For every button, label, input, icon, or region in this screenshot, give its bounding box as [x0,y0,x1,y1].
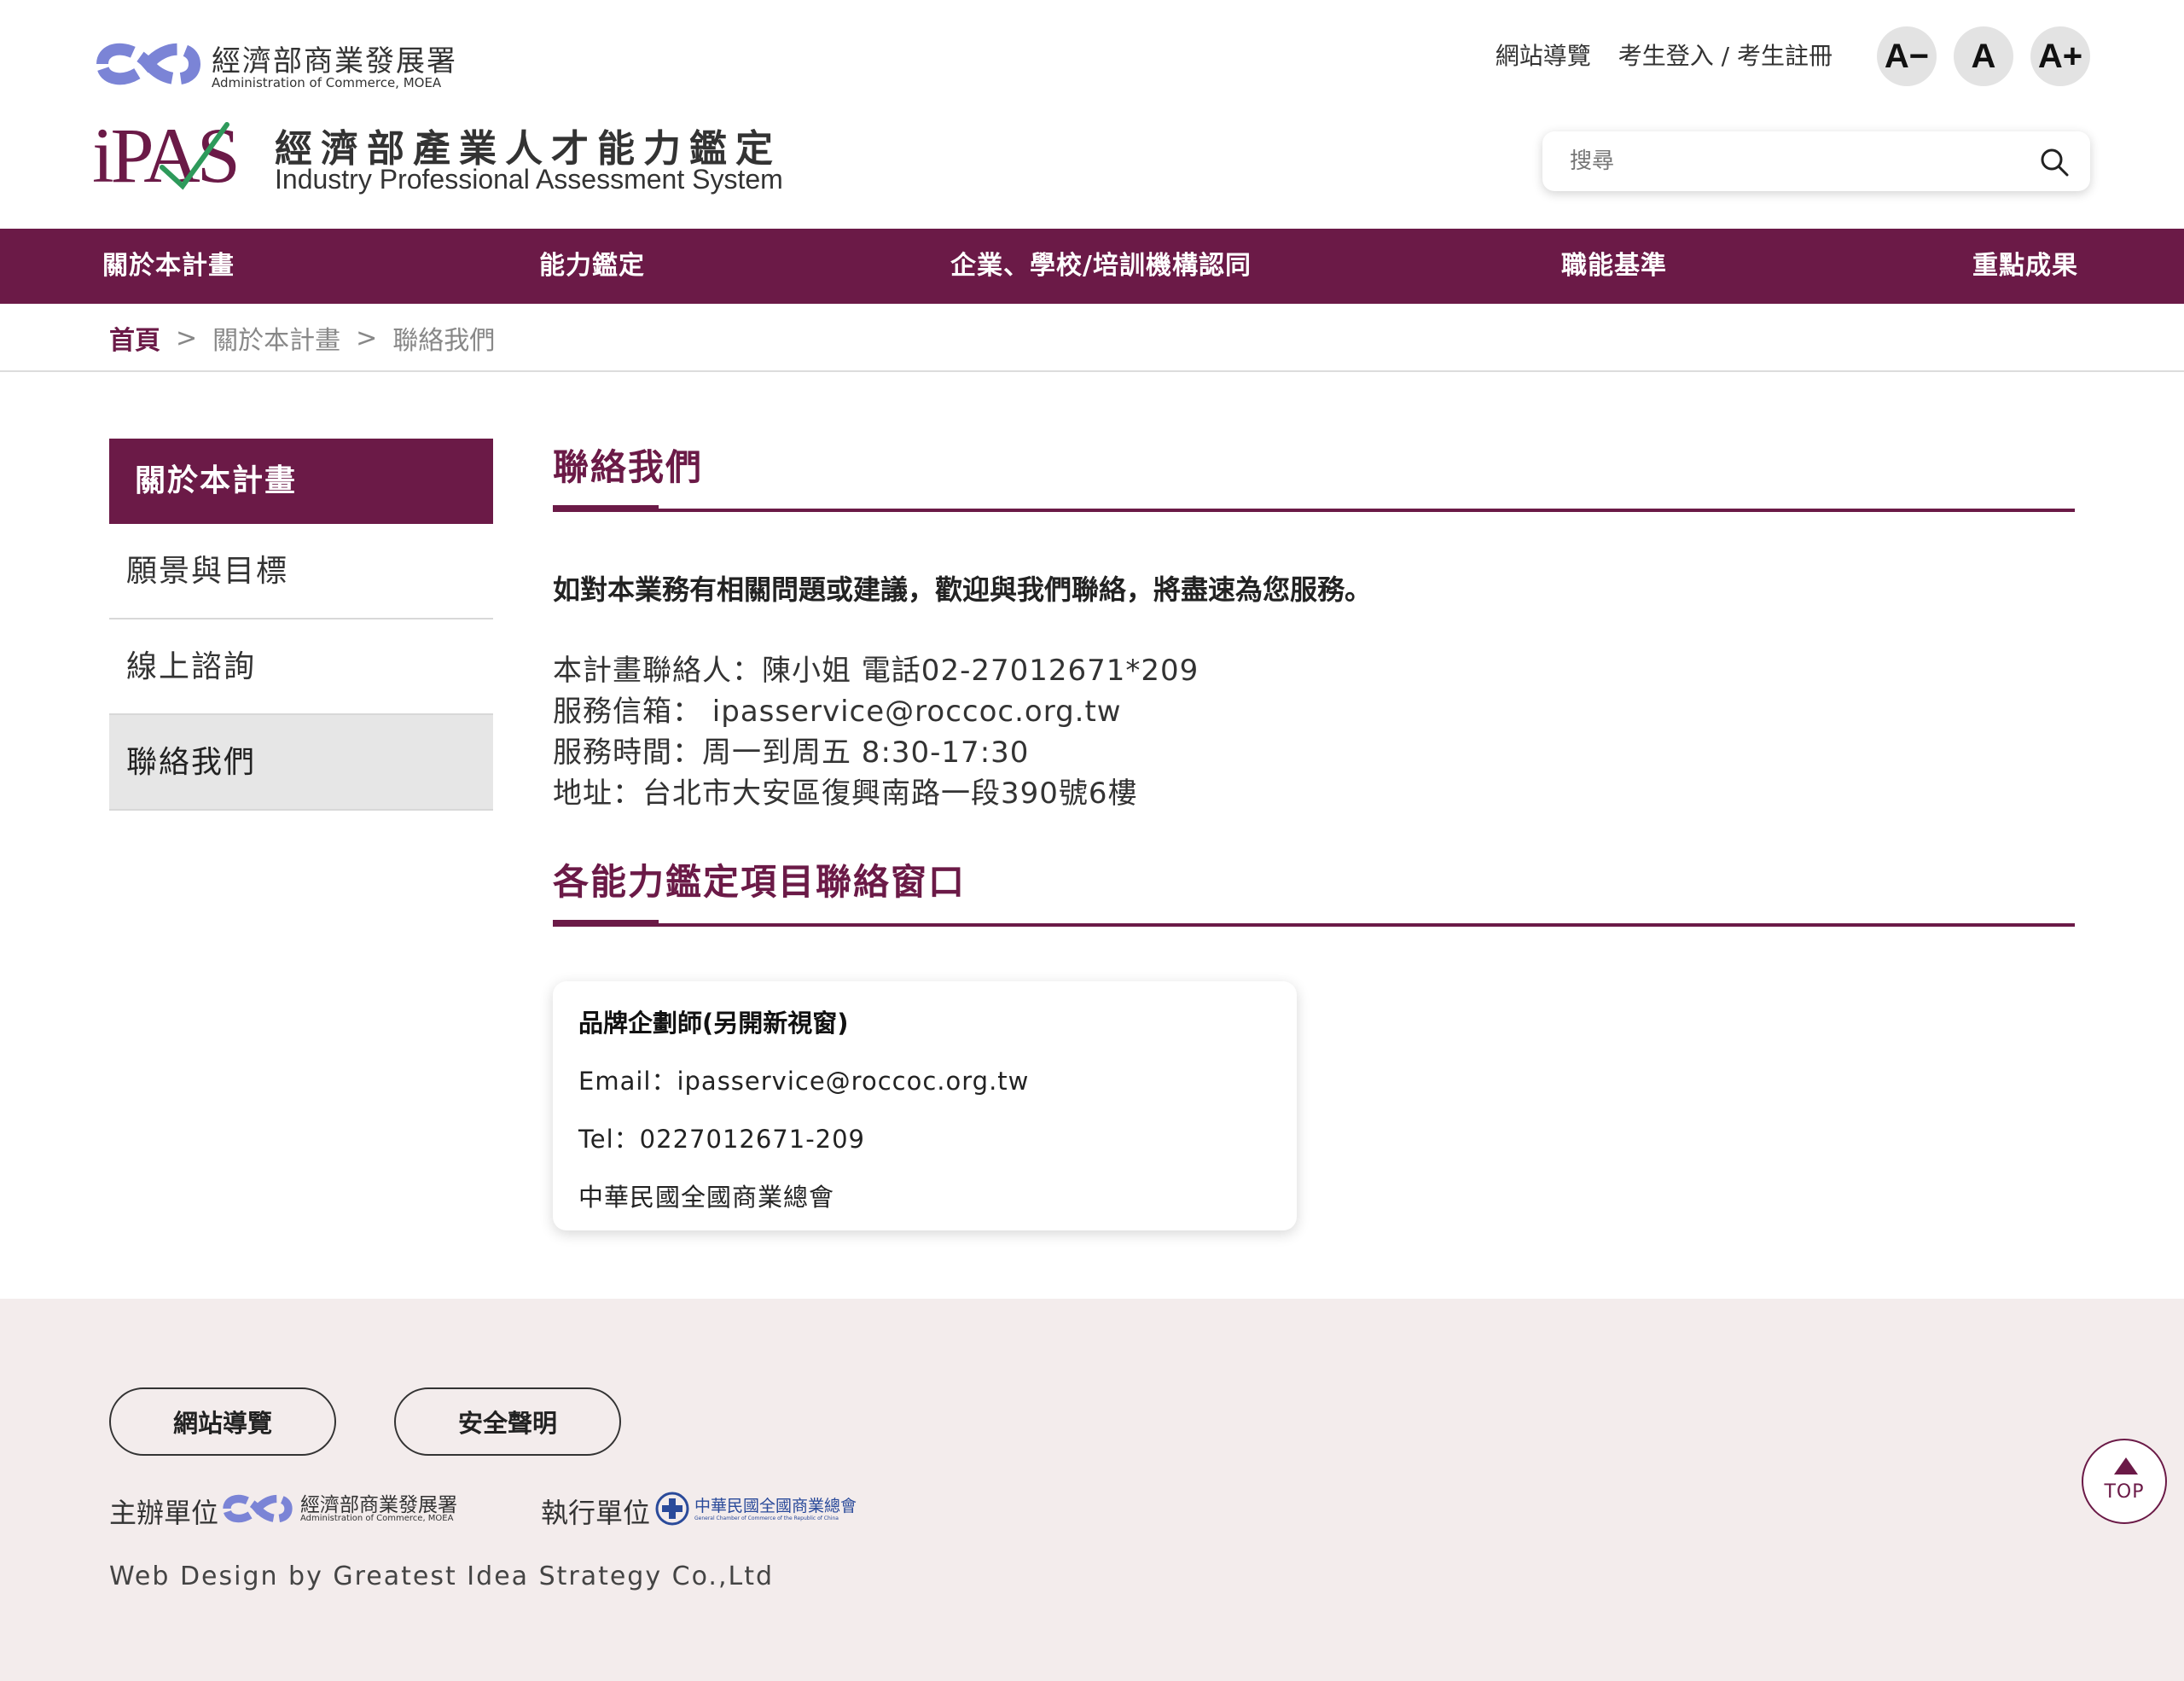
site-footer: 網站導覽 安全聲明 主辦單位 經濟部商業發展署 Administration o… [0,1299,2184,1681]
host-english-name: Administration of Commerce, MOEA [300,1514,454,1523]
moea-english-name: Administration of Commerce, MOEA [212,75,442,90]
back-to-top-button[interactable]: TOP [2082,1439,2167,1524]
title-divider [553,509,2075,512]
web-design-credit: Web Design by Greatest Idea Strategy Co.… [109,1562,775,1591]
breadcrumb-home[interactable]: 首頁 [109,319,160,357]
font-size-decrease-button[interactable]: A− [1877,26,1937,86]
breadcrumb: 首頁 > 關於本計畫 > 聯絡我們 [109,319,495,357]
page-title: 聯絡我們 [553,446,704,488]
sidebar: 關於本計畫 願景與目標 線上諮詢 聯絡我們 [109,439,493,811]
ipas-english-title: Industry Professional Assessment System [275,164,783,195]
sidebar-heading[interactable]: 關於本計畫 [109,439,493,524]
nav-item-competency-standards[interactable]: 職能基準 [1561,229,1667,304]
login-register-link[interactable]: 考生登入 / 考生註冊 [1618,38,1833,72]
card-tel: Tel：0227012671-209 [578,1125,866,1154]
service-hours: 服務時間：周一到周五 8:30-17:30 [553,736,1030,770]
host-label: 主辦單位 [109,1497,219,1529]
nav-item-assessment[interactable]: 能力鑑定 [539,229,645,304]
arrow-up-icon [2114,1457,2138,1475]
font-size-increase-button[interactable]: A+ [2030,26,2090,86]
site-header: 經濟部商業發展署 Administration of Commerce, MOE… [0,0,2184,229]
search-box [1542,131,2090,191]
moea-infinity-icon [223,1494,293,1523]
footer-sitemap-button[interactable]: 網站導覽 [109,1387,336,1456]
card-email: Email：ipasservice@roccoc.org.tw [578,1067,1030,1096]
service-email: 服務信箱： ipasservice@roccoc.org.tw [553,695,1122,729]
breadcrumb-separator: > [356,323,378,353]
host-name: 經濟部商業發展署 [300,1494,457,1516]
footer-security-button[interactable]: 安全聲明 [394,1387,621,1456]
breadcrumb-parent[interactable]: 關於本計畫 [212,319,340,357]
section-divider-accent [553,920,659,927]
moea-logo[interactable]: 經濟部商業發展署 Administration of Commerce, MOE… [96,32,457,96]
breadcrumb-bar: 首頁 > 關於本計畫 > 聯絡我們 [0,304,2184,372]
card-org: 中華民國全國商業總會 [578,1183,835,1212]
main-nav: 關於本計畫 能力鑑定 企業、學校/培訓機構認同 職能基準 重點成果 [0,229,2184,304]
search-icon[interactable] [2039,147,2070,177]
nav-item-about[interactable]: 關於本計畫 [102,229,235,304]
title-divider-accent [553,505,659,512]
host-logo[interactable]: 經濟部商業發展署 Administration of Commerce, MOE… [222,1486,461,1531]
contact-card: 品牌企劃師(另開新視窗) Email：ipasservice@roccoc.or… [553,981,1297,1230]
card-title-link[interactable]: 品牌企劃師(另開新視窗) [578,1003,849,1039]
section-title-contact-windows: 各能力鑑定項目聯絡窗口 [553,861,967,903]
executor-name: 中華民國全國商業總會 [694,1498,857,1515]
intro-text: 如對本業務有相關問題或建議，歡迎與我們聯絡，將盡速為您服務。 [553,573,1373,606]
sitemap-link[interactable]: 網站導覽 [1496,38,1591,72]
moea-infinity-icon [96,43,201,85]
executor-english-name: General Chamber of Commerce of the Repub… [694,1515,839,1521]
search-input[interactable] [1568,131,2012,191]
sidebar-item-vision[interactable]: 願景與目標 [109,524,493,619]
sidebar-item-online-consult[interactable]: 線上諮詢 [109,619,493,715]
chamber-seal-icon [655,1492,689,1526]
address: 地址：台北市大安區復興南路一段390號6樓 [553,777,1138,811]
moea-name: 經濟部商業發展署 [212,44,457,79]
sidebar-item-contact-us[interactable]: 聯絡我們 [109,715,493,811]
executor-label: 執行單位 [541,1497,651,1529]
section-divider [553,923,2075,927]
contact-person: 本計畫聯絡人：陳小姐 電話02-27012671*209 [553,654,1199,688]
breadcrumb-separator: > [176,323,198,353]
utility-links: 網站導覽 考生登入 / 考生註冊 [1496,38,1833,72]
breadcrumb-current[interactable]: 聯絡我們 [392,319,495,357]
font-size-normal-button[interactable]: A [1954,26,2013,86]
ipas-logo[interactable]: iPAS 經濟部產業人才能力鑑定 Industry Professional A… [92,113,792,198]
nav-item-recognition[interactable]: 企業、學校/培訓機構認同 [950,229,1252,304]
ipas-checkmark-icon [160,122,229,190]
executor-logo[interactable]: 中華民國全國商業總會 General Chamber of Commerce o… [655,1486,860,1531]
back-to-top-label: TOP [2104,1481,2145,1503]
nav-item-key-results[interactable]: 重點成果 [1972,229,2078,304]
